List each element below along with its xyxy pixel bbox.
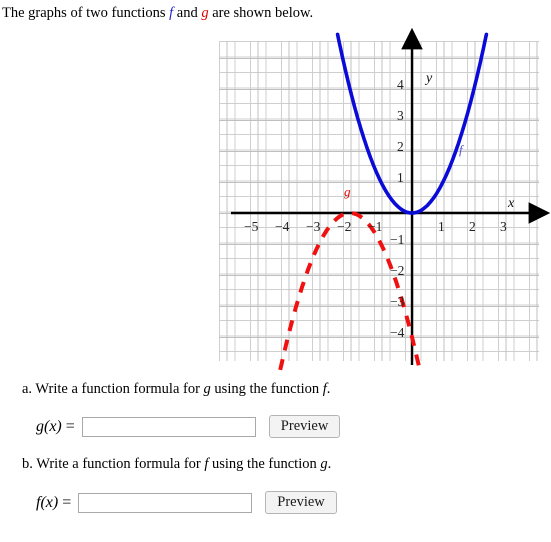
- x-tick-label--3: −3: [306, 219, 321, 234]
- y-tick-label--3: −3: [390, 294, 405, 309]
- preview-button-b[interactable]: Preview: [265, 491, 337, 514]
- question-a-marker: a.: [22, 381, 33, 397]
- question-b-text-after: .: [327, 456, 332, 472]
- x-tick-label--4: −4: [275, 219, 290, 234]
- x-tick-label--1: −1: [368, 219, 383, 234]
- y-tick-label-4: 4: [397, 77, 404, 92]
- question-a-text-mid: using the function: [210, 381, 323, 397]
- answer-input-g[interactable]: [81, 416, 256, 437]
- question-b-marker: b.: [22, 456, 33, 472]
- graph-plot: [231, 27, 551, 371]
- answer-a-label: g(x) =: [36, 418, 75, 436]
- x-tick-label--5: −5: [244, 219, 259, 234]
- y-axis-label: y: [426, 71, 433, 86]
- function-graph: −5 −4 −3 −2 −1 1 2 3 4 3 2 1 −1 −2 −3 −4…: [219, 27, 551, 371]
- x-tick-label--2: −2: [337, 219, 352, 234]
- answer-a-label-fn: g: [36, 417, 44, 435]
- answer-b-label: f(x) =: [36, 494, 71, 512]
- page-title: The graphs of two functions f and g are …: [2, 4, 313, 22]
- x-tick-label-3: 3: [500, 219, 507, 234]
- question-a-var1: g: [203, 381, 211, 397]
- y-tick-label--1: −1: [390, 232, 405, 247]
- answer-input-f[interactable]: [78, 492, 253, 513]
- curve-label-g: g: [344, 184, 351, 199]
- question-a-text: a. Write a function formula for g using …: [22, 380, 330, 398]
- prompt-text-part3: are shown below.: [208, 5, 314, 21]
- prompt-var-g: g: [201, 5, 209, 21]
- question-b-text: b. Write a function formula for f using …: [22, 455, 331, 473]
- y-tick-label--4: −4: [390, 325, 405, 340]
- y-tick-label-3: 3: [397, 108, 404, 123]
- question-b-var2: g: [320, 456, 328, 472]
- answer-row-b: f(x) = Preview: [36, 491, 337, 514]
- y-tick-label-1: 1: [397, 170, 404, 185]
- question-b-text-mid: using the function: [208, 456, 321, 472]
- prompt-text-part2: and: [173, 5, 202, 21]
- answer-a-label-arg: (x): [44, 417, 62, 435]
- preview-button-a[interactable]: Preview: [268, 415, 341, 438]
- answer-row-a: g(x) = Preview: [36, 415, 341, 438]
- question-a-text-after: .: [326, 381, 331, 397]
- y-tick-label--2: −2: [390, 263, 405, 278]
- curve-label-f: f: [459, 142, 463, 157]
- x-axis-label: x: [508, 196, 515, 211]
- question-b-text-before: Write a function formula for: [32, 456, 205, 472]
- x-tick-label-1: 1: [438, 219, 445, 234]
- answer-b-label-arg: (x): [40, 493, 59, 511]
- x-tick-label-2: 2: [469, 219, 476, 234]
- answer-b-label-eq: =: [58, 493, 72, 511]
- y-tick-label-2: 2: [397, 139, 404, 154]
- question-a-text-before: Write a function formula for: [32, 381, 204, 397]
- answer-a-label-eq: =: [61, 417, 75, 435]
- prompt-text-part1: The graphs of two functions: [2, 5, 170, 21]
